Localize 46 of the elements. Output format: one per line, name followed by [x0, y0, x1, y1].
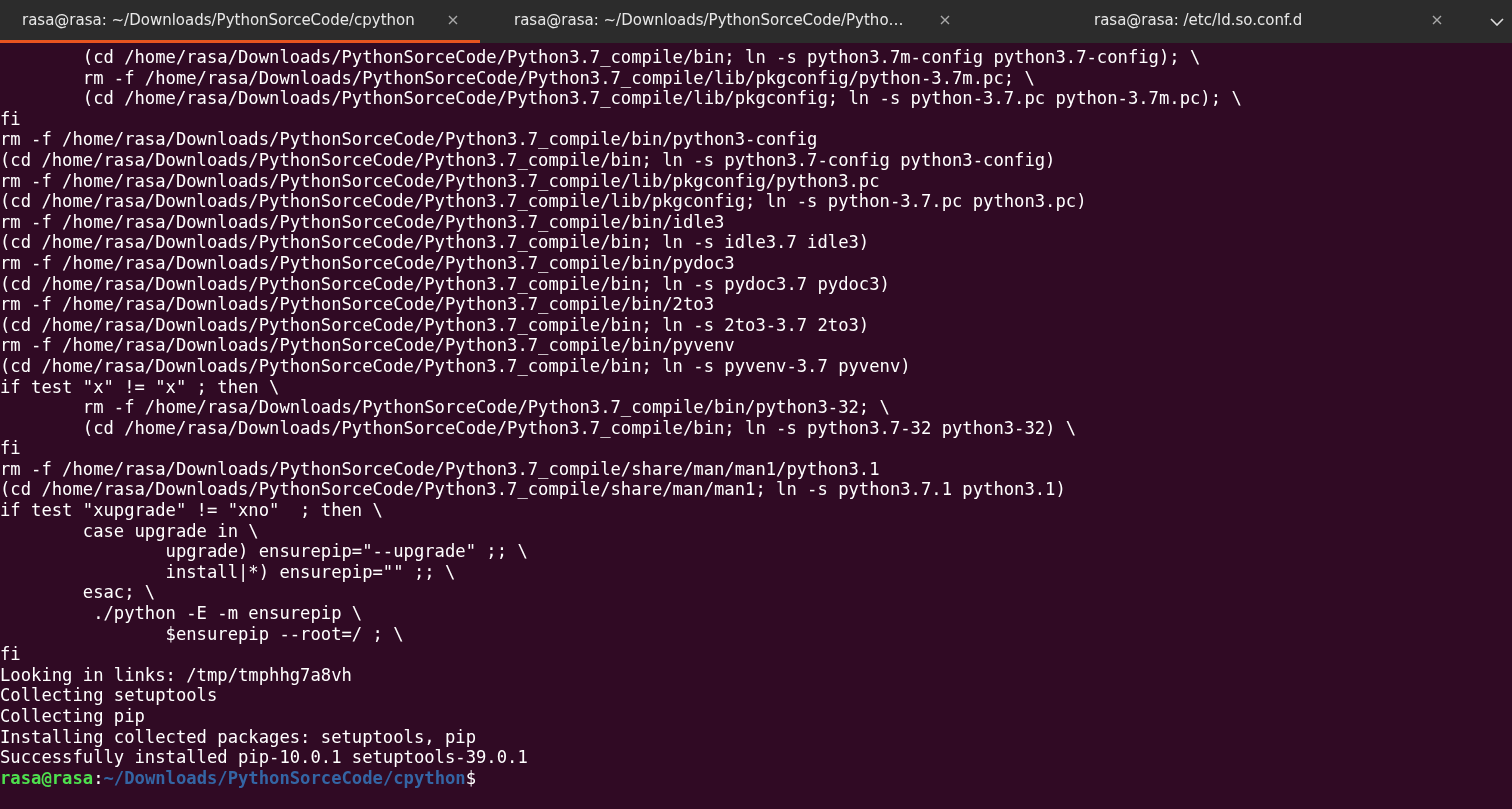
close-icon[interactable]: [940, 15, 950, 25]
terminal-line: rm -f /home/rasa/Downloads/PythonSorceCode/Python3.7_compile/lib/pkgconfig/python-3.7m.pc; \: [81, 67, 1036, 89]
terminal-line: if test "xupgrade" != "xno" ; then \: [0, 500, 384, 521]
close-icon[interactable]: [448, 15, 458, 25]
terminal-line: Collecting pip: [0, 706, 146, 727]
terminal-tab[interactable]: rasa@rasa: /etc/ld.so.conf.d: [984, 0, 1464, 43]
terminal-line: (cd /home/rasa/Downloads/PythonSorceCode/Python3.7_compile/bin; ln -s idle3.7 idle3): [0, 232, 871, 253]
terminal-line: rm -f /home/rasa/Downloads/PythonSorceCode/Python3.7_compile/share/man/man1/python3.1: [0, 458, 881, 480]
terminal-line: rm -f /home/rasa/Downloads/PythonSorceCode/Python3.7_compile/bin/idle3: [0, 211, 726, 233]
prompt-path: ~/Downloads/PythonSorceCode/cpython: [103, 767, 466, 788]
terminal-line: ./python -E -m ensurepip \: [92, 603, 364, 624]
terminal-line: rm -f /home/rasa/Downloads/PythonSorceCode/Python3.7_compile/bin/pyvenv: [0, 335, 736, 356]
terminal-line: upgrade) ensurepip="--upgrade" ;; \: [164, 541, 529, 562]
terminal-line: (cd /home/rasa/Downloads/PythonSorceCode/Python3.7_compile/lib/pkgconfig; ln -s python-3.7.pc python3.pc): [0, 191, 1088, 212]
terminal-line: Looking in links: /tmp/tmphhg7a8vh: [0, 664, 353, 686]
terminal-line: (cd /home/rasa/Downloads/PythonSorceCode/Python3.7_compile/bin; ln -s pyvenv-3.7 pyvenv): [0, 355, 912, 377]
terminal-line: rm -f /home/rasa/Downloads/PythonSorceCode/Python3.7_compile/lib/pkgconfig/python3.pc: [0, 170, 881, 192]
terminal-line: Installing collected packages: setuptools, pip: [0, 726, 477, 748]
terminal-line: install|*) ensurepip="" ;; \: [164, 561, 457, 583]
terminal-line: $ensurepip --root=/ ; \: [164, 623, 405, 645]
terminal-line: fi: [0, 438, 22, 459]
terminal-tab[interactable]: rasa@rasa: ~/Downloads/PythonSorceCode/cpython: [0, 0, 480, 43]
terminal-line: Successfully installed pip-10.0.1 setuptools-39.0.1: [0, 747, 529, 768]
terminal-line: fi: [0, 644, 22, 665]
terminal-line: rm -f /home/rasa/Downloads/PythonSorceCode/Python3.7_compile/bin/python3-32; \: [81, 397, 891, 418]
terminal-line: (cd /home/rasa/Downloads/PythonSorceCode/Python3.7_compile/bin; ln -s pydoc3.7 pydoc3): [0, 273, 891, 295]
terminal-line: fi: [0, 108, 22, 130]
prompt-separator: :: [93, 767, 104, 788]
terminal-tab[interactable]: rasa@rasa: ~/Downloads/PythonSorceCode/Pytho…: [492, 0, 972, 43]
prompt-user: rasa@rasa: [0, 767, 94, 788]
terminal-line: (cd /home/rasa/Downloads/PythonSorceCode/Python3.7_compile/bin; ln -s python3.7-config python3-config): [0, 149, 1057, 171]
terminal-line: rm -f /home/rasa/Downloads/PythonSorceCode/Python3.7_compile/bin/2to3: [0, 294, 715, 315]
terminal-line: (cd /home/rasa/Downloads/PythonSorceCode/Python3.7_compile/bin; ln -s python3.7m-config python3.7-config); \: [81, 47, 1202, 68]
terminal-line: (cd /home/rasa/Downloads/PythonSorceCode/Python3.7_compile/bin; ln -s 2to3-3.7 2to3): [0, 314, 871, 336]
terminal-line: (cd /home/rasa/Downloads/PythonSorceCode/Python3.7_compile/bin; ln -s python3.7-32 python3-32) \: [81, 417, 1078, 439]
terminal-line: rm -f /home/rasa/Downloads/PythonSorceCode/Python3.7_compile/bin/pydoc3: [0, 252, 736, 274]
terminal-line: case upgrade in \: [81, 520, 260, 542]
prompt-symbol: $: [465, 767, 477, 788]
terminal-line: rm -f /home/rasa/Downloads/PythonSorceCode/Python3.7_compile/bin/python3-config: [0, 129, 819, 150]
terminal-line: Collecting setuptools: [0, 685, 219, 706]
terminal-line: esac; \: [81, 582, 157, 604]
chevron-down-icon[interactable]: [1490, 17, 1504, 26]
close-icon[interactable]: [1432, 15, 1442, 25]
terminal-line: (cd /home/rasa/Downloads/PythonSorceCode/Python3.7_compile/lib/pkgconfig; ln -s python-3.7.pc python-3.7m.pc); \: [81, 88, 1243, 109]
terminal-line: (cd /home/rasa/Downloads/PythonSorceCode/Python3.7_compile/share/man/man1; ln -s python3.7.1 python3.1): [0, 479, 1067, 501]
terminal-line: if test "x" != "x" ; then \: [0, 376, 281, 398]
